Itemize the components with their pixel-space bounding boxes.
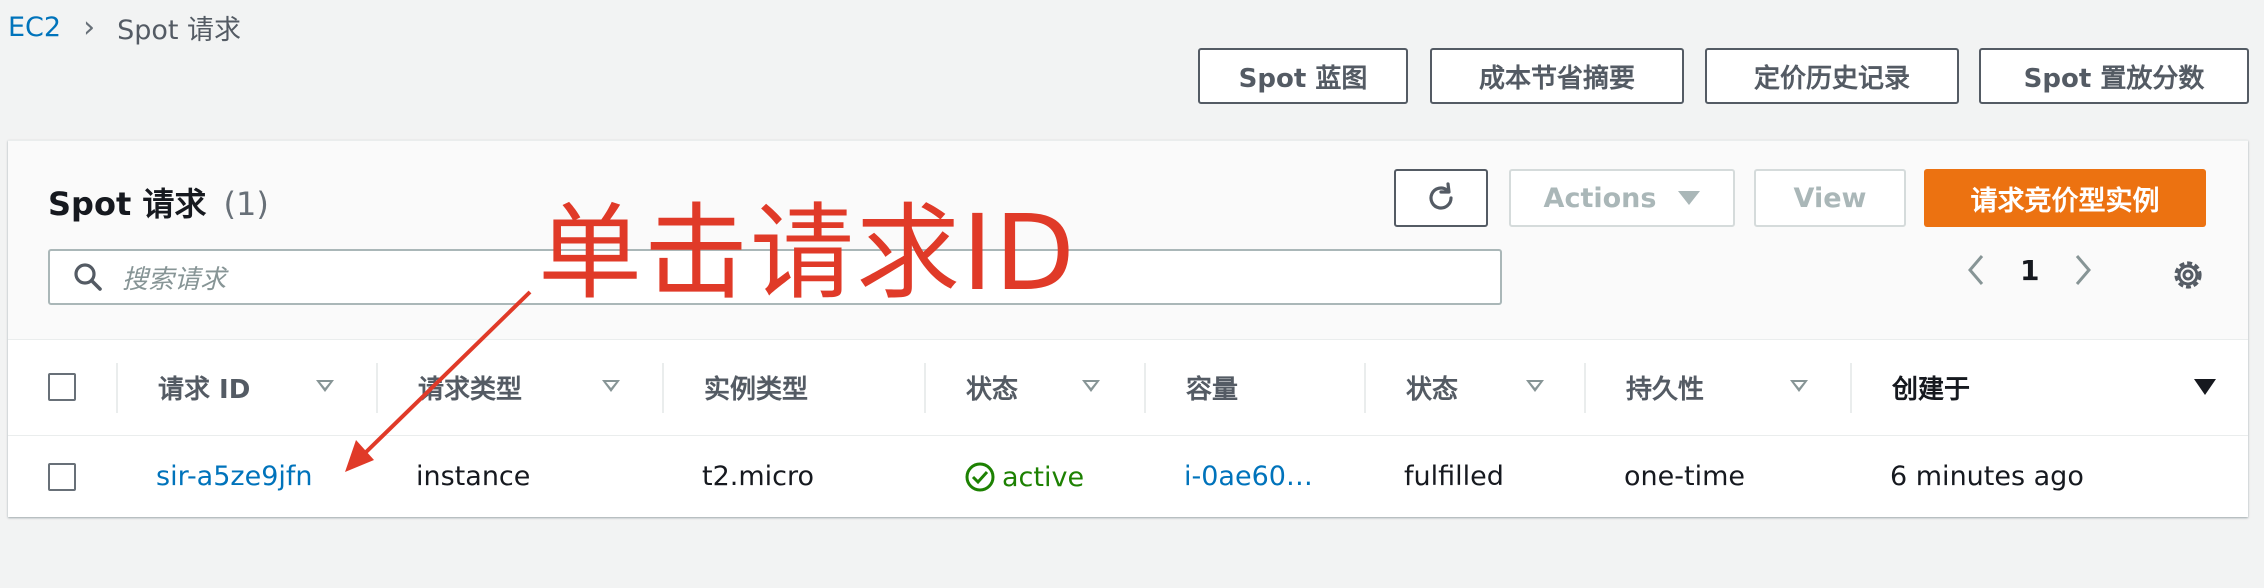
annotation-arrow	[345, 290, 532, 472]
